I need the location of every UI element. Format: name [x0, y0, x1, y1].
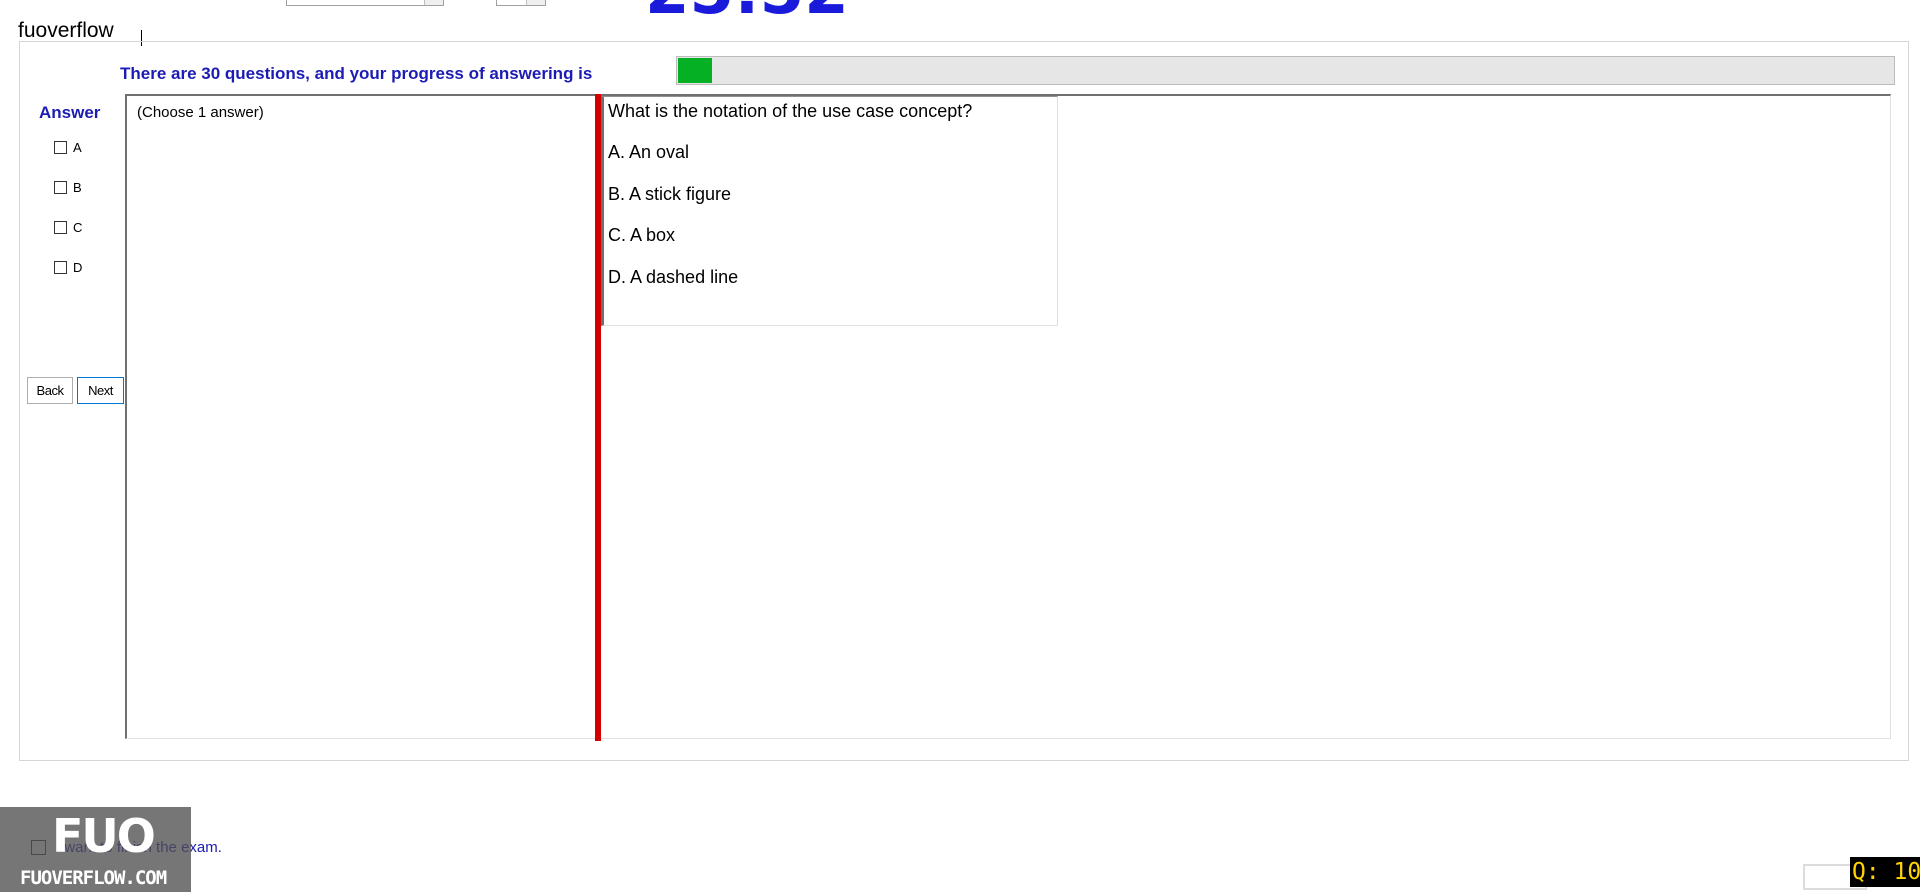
- top-dropdown-1[interactable]: [286, 0, 444, 6]
- question-option-d: D. A dashed line: [608, 267, 739, 287]
- answer-option-label: B: [73, 180, 82, 195]
- question-number-badge: Q: 10: [1850, 857, 1920, 887]
- progress-bar: [676, 56, 1895, 85]
- question-panel: What is the notation of the use case con…: [601, 94, 1891, 739]
- back-button[interactable]: Back: [27, 377, 73, 404]
- answer-option-label: D: [73, 260, 83, 275]
- progress-label: There are 30 questions, and your progres…: [120, 64, 593, 83]
- logo-mark: FUO: [52, 809, 156, 863]
- instruction-panel: (Choose 1 answer): [125, 94, 595, 739]
- choose-instruction: (Choose 1 answer): [137, 104, 264, 121]
- countdown-timer: 25:52: [645, 0, 849, 24]
- chevron-down-icon[interactable]: [424, 0, 443, 5]
- checkbox[interactable]: [54, 181, 67, 194]
- chevron-down-icon[interactable]: [526, 0, 545, 5]
- watermark-logo: FUO FUOVERFLOW.COM: [0, 807, 191, 892]
- top-dropdown-2[interactable]: [496, 0, 546, 6]
- answer-option-a[interactable]: A: [54, 140, 82, 155]
- answer-option-b[interactable]: B: [54, 180, 82, 195]
- question-option-c: C. A box: [608, 225, 676, 245]
- answer-option-label: C: [73, 220, 83, 235]
- next-button[interactable]: Next: [77, 377, 124, 404]
- brand-text: fuoverflow: [18, 19, 114, 42]
- answer-title: Answer: [39, 103, 101, 122]
- logo-domain: FUOVERFLOW.COM: [20, 867, 167, 889]
- question-option-b: B. A stick figure: [608, 184, 732, 204]
- answer-option-c[interactable]: C: [54, 220, 82, 235]
- progress-fill: [678, 58, 712, 83]
- question-text: What is the notation of the use case con…: [608, 101, 973, 121]
- question-content-box: What is the notation of the use case con…: [601, 96, 1058, 326]
- checkbox[interactable]: [54, 221, 67, 234]
- checkbox[interactable]: [54, 261, 67, 274]
- answer-option-label: A: [73, 140, 82, 155]
- exam-window: 25:52 fuoverflow There are 30 questions,…: [0, 0, 1920, 892]
- checkbox[interactable]: [54, 141, 67, 154]
- question-option-a: A. An oval: [608, 142, 690, 162]
- answer-option-d[interactable]: D: [54, 260, 82, 275]
